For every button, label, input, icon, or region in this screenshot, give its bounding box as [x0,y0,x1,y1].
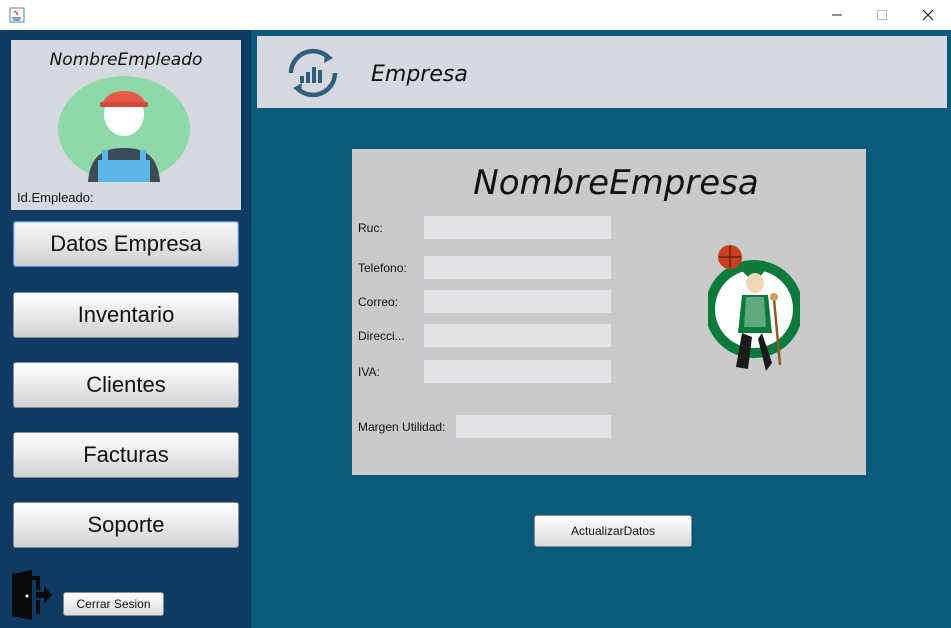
window-titlebar [0,0,951,30]
employee-name: NombreEmpleado [49,50,203,70]
maximize-button[interactable] [859,0,905,30]
telefono-label: Telefono: [358,261,407,275]
correo-label: Correo: [358,295,399,309]
employee-avatar-icon [58,76,190,182]
margen-utilidad-label: Margen Utilidad: [358,420,446,434]
maximize-icon [877,10,887,20]
margen-utilidad-field[interactable] [456,415,611,438]
close-button[interactable] [905,0,951,30]
celtics-logo-icon [708,245,800,371]
telefono-field[interactable] [424,256,611,279]
minimize-button[interactable] [814,0,860,30]
logout-door-icon [12,570,52,620]
iva-label: IVA: [358,365,380,379]
ruc-label: Ruc: [358,221,383,235]
page-title: Empresa [371,62,468,87]
close-icon [922,9,934,21]
nav-datos-empresa-button[interactable]: Datos Empresa [13,221,239,267]
direccion-label: Direcci... [358,329,405,343]
iva-field[interactable] [424,360,611,383]
page-header: Empresa [257,36,947,108]
direccion-field[interactable] [424,324,611,347]
employee-id-label: Id.Empleado: [17,190,94,205]
logout-button[interactable]: Cerrar Sesion [63,592,164,616]
employee-card: NombreEmpleado Id.Empleado: [11,40,241,210]
minimize-icon [832,14,842,16]
nav-inventario-button[interactable]: Inventario [13,292,239,338]
java-icon [9,7,25,23]
nav-soporte-button[interactable]: Soporte [13,502,239,548]
main-content: Empresa NombreEmpresa Ruc: Telefono: Cor… [251,30,951,628]
sidebar: NombreEmpleado Id.Empleado: Datos Empres… [0,30,251,628]
ruc-field[interactable] [424,216,611,239]
company-name: NombreEmpresa [473,163,759,203]
nav-clientes-button[interactable]: Clientes [13,362,239,408]
correo-field[interactable] [424,290,611,313]
company-panel: NombreEmpresa Ruc: Telefono: Correo: Dir… [352,149,866,475]
nav-facturas-button[interactable]: Facturas [13,432,239,478]
chart-cycle-logo-icon [288,48,338,98]
update-data-button[interactable]: ActualizarDatos [534,515,692,547]
